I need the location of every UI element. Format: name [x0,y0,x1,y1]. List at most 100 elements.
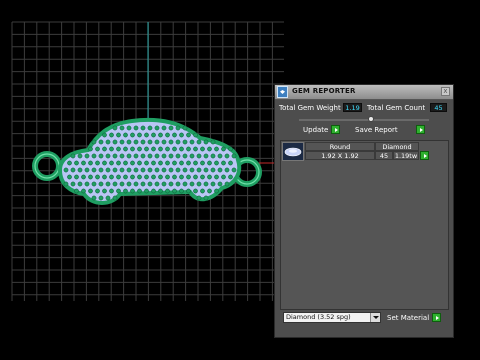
prong-bead [105,181,111,187]
prong-bead [161,153,167,159]
prong-bead [140,125,146,131]
prong-bead [116,174,121,180]
set-material-button[interactable] [432,313,441,322]
prong-bead [210,181,216,187]
close-icon: x [443,87,448,95]
close-button[interactable]: x [441,87,450,96]
slider-thumb[interactable] [368,116,374,122]
prong-bead [151,188,156,194]
prong-bead [88,188,93,194]
prong-bead [193,132,198,138]
prong-bead [182,167,188,173]
prong-bead [81,160,86,166]
prong-bead [123,188,128,194]
prong-bead [147,181,153,187]
prong-bead [147,167,153,173]
prong-bead [102,146,107,152]
prong-bead [154,181,160,187]
prong-bead [123,160,128,166]
prong-bead [179,174,184,180]
prong-bead [116,188,121,194]
prong-bead [140,139,146,145]
prong-bead [182,139,188,145]
material-dropdown[interactable]: Diamond (3.52 spg) [283,312,381,323]
prong-bead [140,167,146,173]
prong-bead [98,195,104,201]
material-dropdown-value: Diamond (3.52 spg) [286,313,351,321]
prong-bead [196,181,202,187]
total-gem-weight-value: 1.19 [343,103,362,112]
prong-bead [196,153,202,159]
prong-bead [186,146,191,152]
prong-bead [228,160,233,166]
prong-bead [126,167,132,173]
prong-bead [91,139,97,145]
panel-titlebar[interactable]: GEM REPORTER x [275,85,453,100]
prong-bead [91,167,97,173]
gem-size: 1.92 X 1.92 [305,151,375,160]
shape-header: Round [305,142,375,151]
prong-bead [77,167,83,173]
prong-bead [179,146,184,152]
prong-bead [214,174,219,180]
save-report-button[interactable] [416,125,425,134]
prong-bead [116,132,121,138]
prong-bead [102,132,107,138]
prong-bead [144,160,149,166]
prong-bead [158,174,163,180]
prong-bead [70,181,76,187]
prong-bead [217,181,223,187]
prong-bead [105,167,111,173]
prong-bead [109,174,114,180]
prong-bead [112,167,118,173]
prong-bead [224,153,230,159]
prong-bead [126,153,132,159]
prong-bead [154,139,160,145]
prong-bead [91,195,97,201]
prong-bead [158,188,163,194]
prong-bead [109,146,114,152]
prong-bead [126,139,132,145]
prong-bead [133,125,139,131]
prong-bead [77,153,83,159]
prong-bead [112,181,118,187]
prong-bead [98,181,104,187]
prong-bead [165,174,170,180]
report-slider[interactable] [299,116,429,122]
prong-bead [91,153,97,159]
prong-bead [137,146,142,152]
prong-bead [196,139,202,145]
row-go-button[interactable] [420,151,429,160]
prong-bead [112,125,118,131]
prong-bead [214,146,219,152]
prong-bead [102,174,107,180]
update-button[interactable] [331,125,340,134]
prong-bead [119,153,125,159]
prong-bead [119,167,125,173]
prong-bead [130,174,135,180]
prong-bead [165,160,170,166]
prong-bead [168,181,174,187]
prong-bead [123,174,128,180]
gem-reporter-app-icon [277,86,288,98]
chevron-down-icon[interactable] [370,313,380,322]
prong-bead [228,174,233,180]
prong-bead [196,167,202,173]
prong-bead [133,181,139,187]
prong-bead [98,153,104,159]
prong-bead [193,160,198,166]
prong-bead [81,188,86,194]
prong-bead [84,181,90,187]
prong-bead [207,160,212,166]
prong-bead [231,153,237,159]
prong-bead [91,181,97,187]
prong-bead [140,181,146,187]
prong-bead [105,139,111,145]
material-header: Diamond [375,142,419,151]
prong-bead [63,181,69,187]
prong-bead [88,174,93,180]
prong-bead [217,153,223,159]
set-material-label: Set Material [387,314,430,322]
prong-bead [130,132,135,138]
prong-bead [175,153,181,159]
